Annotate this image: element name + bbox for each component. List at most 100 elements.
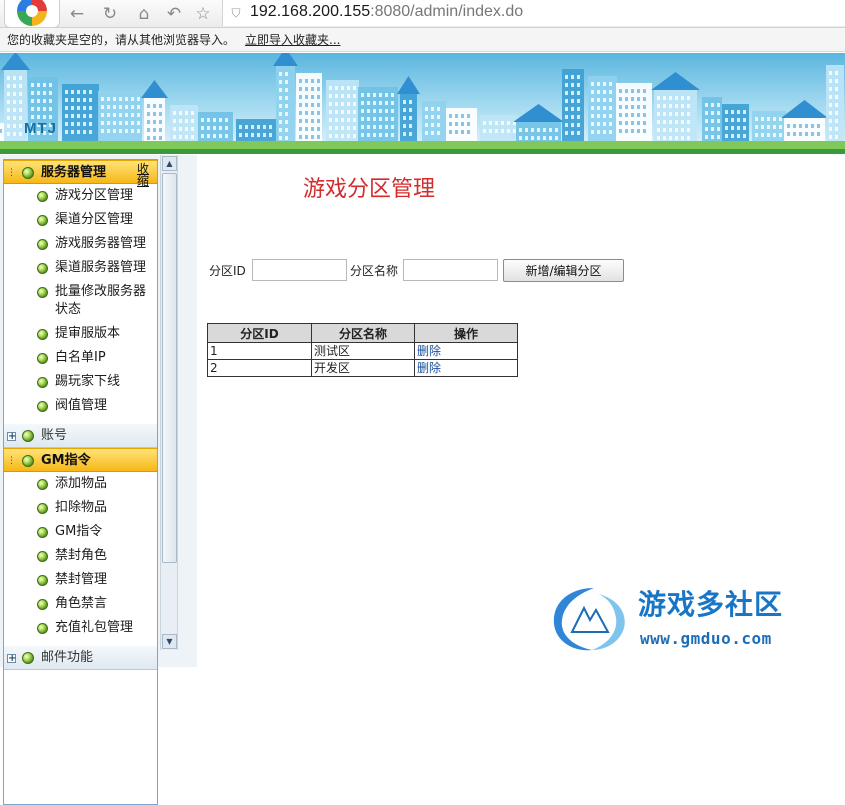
refresh-icon[interactable]: ↻: [99, 3, 121, 25]
banner-logo: MTJ: [24, 120, 57, 137]
url-text[interactable]: 192.168.200.155:8080/admin/index.do: [250, 1, 523, 23]
sidebar-menu: ⋮ 服务器管理 收缩 游戏分区管理 渠道分区管理 游戏服务器管理 渠道服务器管理批量修改服务…: [3, 159, 158, 805]
expand-plus-icon[interactable]: +: [7, 432, 16, 442]
green-bullet-icon: [37, 263, 48, 274]
sidebar-group-header[interactable]: ⋮ GM指令: [4, 448, 157, 472]
sidebar-menu-item-label: 充值礼包管理: [55, 620, 134, 635]
sidebar-menu-item[interactable]: 添加物品: [4, 475, 157, 493]
scroll-down-arrow-icon[interactable]: ▼: [162, 634, 177, 649]
sidebar-menu-item-label: GM指令: [55, 524, 103, 539]
sidebar-menu-item[interactable]: 阀值管理: [4, 397, 157, 415]
green-bullet-icon: [37, 401, 48, 412]
import-bookmarks-link[interactable]: 立即导入收藏夹...: [245, 33, 340, 47]
sidebar-menu-item-label: 提审服版本: [55, 326, 121, 341]
zone-name-cell: 开发区: [311, 359, 415, 377]
sidebar-menu-item-label: 渠道服务器管理: [55, 260, 147, 275]
sidebar-menu-item-label: 添加物品: [55, 476, 108, 491]
favorite-star-icon[interactable]: ☆: [192, 3, 214, 25]
sidebar-group-title: GM指令: [41, 453, 91, 468]
sidebar: ⋮ 服务器管理 收缩 游戏分区管理 渠道分区管理 游戏服务器管理 渠道服务器管理批量修改服务…: [0, 155, 197, 805]
expanded-dots-icon[interactable]: ⋮: [7, 169, 16, 178]
sidebar-scrollbar[interactable]: ▲ ▼: [160, 155, 178, 650]
expand-plus-icon[interactable]: +: [7, 654, 16, 664]
action-cell: 删除: [414, 359, 518, 377]
back-arrow-icon[interactable]: ←: [66, 3, 88, 25]
sidebar-menu-item[interactable]: 角色禁言: [4, 595, 157, 613]
zone-id-label: 分区ID: [209, 264, 246, 278]
page-title: 游戏分区管理: [303, 177, 436, 202]
green-bullet-icon: [37, 287, 48, 298]
sidebar-menu-item-label: 游戏分区管理: [55, 188, 134, 203]
address-bar[interactable]: ⛉ 192.168.200.155:8080/admin/index.do: [222, 0, 845, 26]
scroll-thumb[interactable]: [162, 173, 177, 563]
sidebar-group-items: 添加物品扣除物品 GM指令禁封角色禁封管理角色禁言充值礼包管理: [4, 472, 157, 646]
sidebar-menu-item[interactable]: 提审服版本: [4, 325, 157, 343]
add-edit-zone-button[interactable]: 新增/编辑分区: [503, 259, 624, 282]
green-bullet-icon: [37, 329, 48, 340]
sidebar-menu-item-label: 渠道分区管理: [55, 212, 134, 227]
sidebar-menu-item[interactable]: 渠道分区管理: [4, 211, 157, 229]
sidebar-menu-item-label: 禁封角色: [55, 548, 108, 563]
sidebar-menu-item[interactable]: GM指令: [4, 523, 157, 541]
sidebar-menu-item-label: 白名单IP: [55, 350, 106, 365]
delete-link[interactable]: 删除: [417, 361, 441, 375]
sidebar-group-header[interactable]: + 账号: [4, 424, 157, 448]
sidebar-menu-item-label: 游戏服务器管理: [55, 236, 147, 251]
green-bullet-icon: [22, 455, 34, 467]
sidebar-menu-item[interactable]: 充值礼包管理: [4, 619, 157, 637]
table-header-row: 分区ID 分区名称 操作: [207, 323, 518, 343]
green-bullet-icon: [37, 239, 48, 250]
column-header-action: 操作: [414, 323, 518, 343]
site-banner: MTJ: [0, 53, 845, 154]
green-bullet-icon: [22, 430, 34, 442]
zone-table: 分区ID 分区名称 操作 1 测试区 删除 2 开发区 删除: [207, 323, 518, 377]
green-bullet-icon: [37, 353, 48, 364]
green-bullet-icon: [37, 503, 48, 514]
green-bullet-icon: [37, 527, 48, 538]
sidebar-group-title: 邮件功能: [41, 650, 94, 665]
home-icon[interactable]: ⌂: [133, 3, 155, 25]
expanded-dots-icon[interactable]: ⋮: [7, 457, 16, 466]
sidebar-menu-item-label: 踢玩家下线: [55, 374, 121, 389]
green-bullet-icon: [37, 191, 48, 202]
green-bullet-icon: [37, 377, 48, 388]
green-bullet-icon: [22, 167, 34, 179]
action-cell: 删除: [414, 342, 518, 360]
sidebar-menu-item[interactable]: 踢玩家下线: [4, 373, 157, 391]
table-row: 2 开发区 删除: [207, 359, 518, 377]
green-bullet-icon: [37, 623, 48, 634]
green-bullet-icon: [37, 215, 48, 226]
table-row: 1 测试区 删除: [207, 342, 518, 360]
zone-name-input[interactable]: [403, 259, 498, 281]
column-header-zone-name: 分区名称: [311, 323, 415, 343]
bookmarks-empty-message: 您的收藏夹是空的，请从其他浏览器导入。: [7, 33, 236, 47]
sidebar-menu-item[interactable]: 游戏服务器管理: [4, 235, 157, 253]
sidebar-menu-item[interactable]: 渠道服务器管理: [4, 259, 157, 277]
sidebar-menu-item-label: 阀值管理: [55, 398, 108, 413]
undo-icon[interactable]: ↶: [163, 3, 185, 25]
sidebar-menu-item[interactable]: 游戏分区管理: [4, 187, 157, 205]
sidebar-menu-item[interactable]: 白名单IP: [4, 349, 157, 367]
scroll-up-arrow-icon[interactable]: ▲: [162, 156, 177, 171]
watermark-logo-icon: [553, 588, 625, 651]
sidebar-menu-item-label: 批量修改服务器状态: [55, 284, 147, 317]
zone-id-input[interactable]: [252, 259, 347, 281]
sidebar-group-items: 游戏分区管理 渠道分区管理 游戏服务器管理 渠道服务器管理批量修改服务器状态提审服版本…: [4, 184, 157, 424]
watermark-url: www.gmduo.com: [640, 629, 772, 648]
green-bullet-icon: [37, 551, 48, 562]
sidebar-menu-item[interactable]: 批量修改服务器状态: [4, 283, 157, 319]
collapse-menu-link[interactable]: 收缩: [137, 163, 150, 187]
sidebar-menu-item[interactable]: 扣除物品: [4, 499, 157, 517]
green-bullet-icon: [37, 575, 48, 586]
sidebar-menu-item[interactable]: 禁封角色: [4, 547, 157, 565]
column-header-zone-id: 分区ID: [207, 323, 312, 343]
browser-logo-icon[interactable]: [4, 0, 60, 28]
sidebar-menu-item[interactable]: 禁封管理: [4, 571, 157, 589]
watermark-name: 游戏多社区: [638, 588, 784, 621]
sidebar-group-header[interactable]: ⋮ 服务器管理 收缩: [4, 160, 157, 187]
delete-link[interactable]: 删除: [417, 344, 441, 358]
sidebar-group-title: 服务器管理: [41, 165, 107, 180]
sidebar-group-header[interactable]: + 邮件功能: [4, 646, 157, 670]
green-bullet-icon: [22, 652, 34, 664]
sidebar-menu-item-label: 角色禁言: [55, 596, 108, 611]
